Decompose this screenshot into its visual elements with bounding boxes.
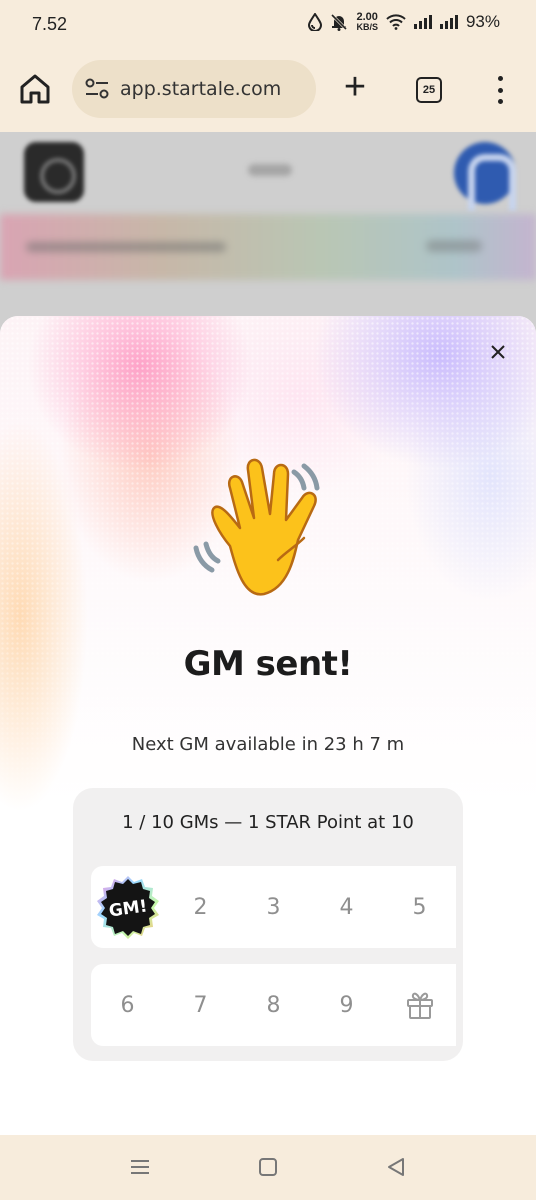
wifi-icon: [386, 14, 406, 30]
net-speed: 2.00 KB/S: [356, 12, 378, 32]
day-cell-completed: GM!: [91, 866, 164, 948]
status-bar: 7.52 2.00 KB/S 93%: [0, 0, 536, 50]
close-icon[interactable]: [486, 340, 510, 364]
back-icon[interactable]: [384, 1155, 408, 1179]
day-cell: 4: [310, 866, 383, 948]
status-time: 7.52: [32, 14, 68, 34]
day-cell: 6: [91, 964, 164, 1046]
net-speed-unit: KB/S: [356, 22, 378, 32]
next-gm-countdown: Next GM available in 23 h 7 m: [131, 734, 405, 755]
system-nav-bar: [0, 1135, 536, 1200]
browser-toolbar: app.startale.com + 25: [0, 50, 536, 132]
day-cell: 2: [164, 866, 237, 948]
gm-progress-card: 1 / 10 GMs — 1 STAR Point at 10 GM! 2 3 …: [73, 788, 463, 1061]
day-cell: 7: [164, 964, 237, 1046]
banner-blurred: [0, 214, 536, 280]
bell-off-icon: [331, 13, 348, 31]
waving-hand-emoji: [193, 458, 320, 596]
signal-icon: [439, 15, 458, 29]
gift-icon: [406, 992, 433, 1019]
day-cell: 9: [310, 964, 383, 1046]
gm-progress-title: 1 / 10 GMs — 1 STAR Point at 10: [122, 812, 414, 833]
recent-apps-icon[interactable]: [128, 1155, 152, 1179]
status-icons: 2.00 KB/S 93%: [308, 12, 500, 32]
home-icon[interactable]: [256, 1155, 280, 1179]
new-tab-icon[interactable]: +: [338, 68, 372, 106]
url-text: app.startale.com: [120, 78, 282, 100]
water-drop-icon: [308, 13, 323, 31]
gm-modal: GM sent! Next GM available in 23 h 7 m 1…: [0, 316, 536, 1135]
site-settings-icon[interactable]: [84, 78, 110, 100]
gm-badge-icon: GM!: [96, 876, 159, 939]
day-cell: 3: [237, 866, 310, 948]
address-bar[interactable]: app.startale.com: [72, 60, 316, 118]
day-cell: 5: [383, 866, 456, 948]
battery-level: 93%: [465, 12, 500, 31]
avatar: [454, 142, 516, 211]
header-title-blurred: [248, 164, 292, 176]
app-logo: [24, 142, 84, 202]
signal-icon: [413, 15, 432, 29]
home-icon[interactable]: [18, 72, 52, 106]
gm-days-row: 6 7 8 9: [91, 964, 463, 1046]
tab-switcher-button[interactable]: 25: [416, 77, 442, 103]
menu-icon[interactable]: [490, 76, 510, 104]
gm-days-row: GM! 2 3 4 5: [91, 866, 463, 948]
day-cell-reward: [383, 964, 456, 1046]
day-cell: 8: [237, 964, 310, 1046]
page-title: GM sent!: [183, 644, 353, 684]
